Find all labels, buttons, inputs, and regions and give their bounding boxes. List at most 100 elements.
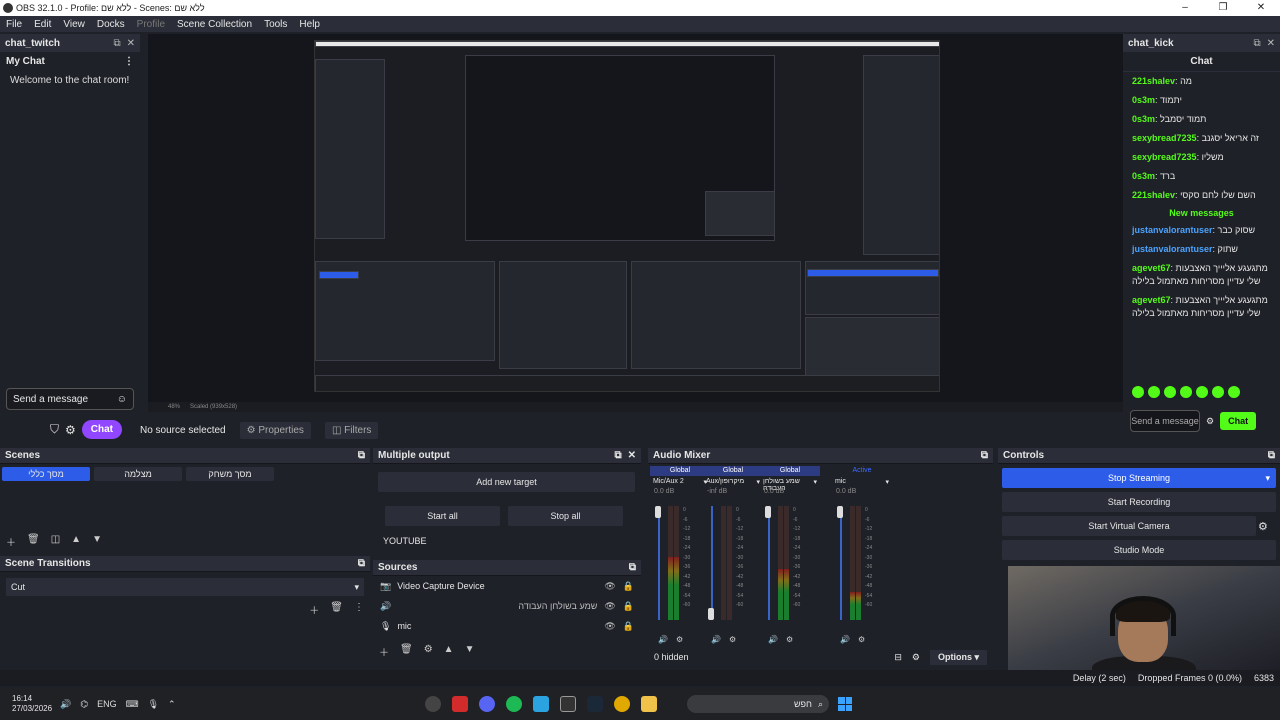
telegram-icon[interactable]	[533, 696, 549, 712]
chevron-down-icon[interactable]: ▾	[885, 478, 889, 486]
menu-scene-collection[interactable]: Scene Collection	[171, 19, 258, 30]
stop-all-button[interactable]: Stop all	[508, 506, 623, 526]
menu-help[interactable]: Help	[293, 19, 326, 30]
shield-icon[interactable]: ⛉	[50, 422, 59, 437]
chat-username[interactable]: 221shalev	[1132, 76, 1175, 86]
more-vertical-icon[interactable]: ⋮	[124, 56, 134, 67]
start-virtual-camera-button[interactable]: Start Virtual Camera	[1002, 516, 1256, 536]
scene-item[interactable]: מצלמה	[94, 467, 182, 481]
emote-icon[interactable]	[1228, 386, 1240, 398]
maximize-button[interactable]: ❐	[1204, 0, 1242, 16]
undock-icon[interactable]: ⧉	[614, 450, 621, 461]
eye-icon[interactable]: 👁	[604, 581, 615, 592]
chat-username[interactable]: justanvalorantuser	[1132, 244, 1213, 254]
speaker-mute-icon[interactable]: 🔊	[840, 635, 850, 644]
speaker-mute-icon[interactable]: 🔊	[658, 635, 668, 644]
twitch-send-input[interactable]: Send a message ☺	[6, 388, 134, 410]
scene-item[interactable]: מסך כללי	[2, 467, 90, 481]
menu-view[interactable]: View	[57, 19, 91, 30]
file-explorer-icon[interactable]	[641, 696, 657, 712]
menu-edit[interactable]: Edit	[28, 19, 57, 30]
menu-tools[interactable]: Tools	[258, 19, 293, 30]
add-icon[interactable]: ＋	[309, 602, 319, 617]
trash-icon[interactable]: 🗑	[400, 644, 413, 659]
close-icon[interactable]: ✕	[1267, 38, 1275, 49]
volume-fader-handle[interactable]	[837, 506, 843, 518]
chat-username[interactable]: agevet67	[1132, 295, 1171, 305]
menu-docks[interactable]: Docks	[91, 19, 131, 30]
emoji-icon[interactable]: ☺	[117, 394, 127, 405]
source-item[interactable]: 🔊 שמע בשולחן העבודה 👁 🔒	[373, 596, 641, 616]
volume-fader-handle[interactable]	[708, 608, 714, 620]
close-icon[interactable]: ✕	[628, 450, 636, 461]
volume-fader[interactable]	[658, 506, 660, 620]
network-icon[interactable]: ⌬	[80, 699, 88, 710]
chat-username[interactable]: 221shalev	[1132, 190, 1175, 200]
discord-icon[interactable]	[479, 696, 495, 712]
chat-username[interactable]: 0s3m	[1132, 171, 1155, 181]
app-icon[interactable]	[452, 696, 468, 712]
studio-mode-button[interactable]: Studio Mode	[1002, 540, 1276, 560]
arrow-down-icon[interactable]: ▼	[465, 644, 475, 659]
eye-icon[interactable]: 👁	[604, 621, 615, 632]
preview-canvas[interactable]	[148, 34, 1123, 402]
layout-icon[interactable]: ⊟	[894, 652, 902, 663]
emote-icon[interactable]	[1164, 386, 1176, 398]
emote-icon[interactable]	[1212, 386, 1224, 398]
arrow-up-icon[interactable]: ▲	[444, 644, 454, 659]
add-icon[interactable]: ＋	[379, 644, 389, 659]
undock-icon[interactable]: ⧉	[981, 450, 988, 461]
add-icon[interactable]: ＋	[6, 534, 16, 549]
channel-settings-icon[interactable]: ⚙	[676, 635, 683, 644]
undock-icon[interactable]: ⧉	[358, 450, 365, 461]
mixer-options-button[interactable]: Options ▾	[929, 649, 987, 665]
channel-name-row[interactable]: mic ▾	[832, 476, 892, 488]
chat-username[interactable]: 0s3m	[1132, 114, 1155, 124]
taskbar-search[interactable]: חפש ⌕	[687, 695, 829, 713]
undock-icon[interactable]: ⧉	[629, 562, 636, 573]
emote-icon[interactable]	[1148, 386, 1160, 398]
source-item[interactable]: 📷 Video Capture Device 👁 🔒	[373, 576, 641, 596]
stop-streaming-button[interactable]: Stop Streaming ▾	[1002, 468, 1276, 488]
clock[interactable]: 16:14 27/03/2026	[0, 694, 60, 714]
channel-settings-icon[interactable]: ⚙	[786, 635, 793, 644]
twitch-chat-button[interactable]: Chat	[81, 420, 123, 439]
chat-username[interactable]: agevet67	[1132, 263, 1171, 273]
gear-icon[interactable]: ⚙	[424, 644, 433, 659]
lock-icon[interactable]: 🔒	[623, 581, 634, 592]
spotify-icon[interactable]	[506, 696, 522, 712]
emote-icon[interactable]	[1196, 386, 1208, 398]
volume-fader[interactable]	[711, 506, 713, 620]
gear-icon[interactable]: ⚙	[65, 423, 76, 437]
epic-games-icon[interactable]	[560, 696, 576, 712]
undock-icon[interactable]: ⧉	[113, 38, 120, 49]
minimize-button[interactable]: –	[1166, 0, 1204, 16]
channel-settings-icon[interactable]: ⚙	[858, 635, 865, 644]
source-item[interactable]: 🎙 mic 👁 🔒	[373, 616, 641, 636]
speaker-mute-icon[interactable]: 🔊	[768, 635, 778, 644]
close-icon[interactable]: ✕	[127, 38, 135, 49]
obs-app-icon[interactable]	[425, 696, 441, 712]
channel-name-row[interactable]: שמע בשולחן העבודה ▾	[760, 476, 820, 492]
channel-settings-icon[interactable]: ⚙	[729, 635, 736, 644]
trash-icon[interactable]: 🗑	[27, 534, 40, 549]
volume-fader[interactable]	[768, 506, 770, 620]
chevron-up-icon[interactable]: ⌃	[168, 699, 176, 710]
trash-icon[interactable]: 🗑	[330, 602, 343, 617]
steam-icon[interactable]	[587, 696, 603, 712]
properties-button[interactable]: ⚙ Properties	[239, 421, 311, 439]
lock-icon[interactable]: 🔒	[623, 621, 634, 632]
speaker-mute-icon[interactable]: 🔊	[711, 635, 721, 644]
lock-icon[interactable]: 🔒	[623, 601, 634, 612]
menu-profile[interactable]: Profile	[131, 19, 171, 30]
arrow-up-icon[interactable]: ▲	[71, 534, 81, 549]
start-recording-button[interactable]: Start Recording	[1002, 492, 1276, 512]
scene-item[interactable]: מסך משחק	[186, 467, 274, 481]
add-new-target-button[interactable]: Add new target	[378, 472, 635, 492]
volume-icon[interactable]: 🔊	[60, 699, 71, 710]
more-vertical-icon[interactable]: ⋮	[354, 602, 364, 617]
advanced-audio-icon[interactable]: ⚙	[912, 652, 920, 663]
emote-icon[interactable]	[1132, 386, 1144, 398]
chat-username[interactable]: sexybread7235	[1132, 152, 1197, 162]
menu-file[interactable]: File	[0, 19, 28, 30]
